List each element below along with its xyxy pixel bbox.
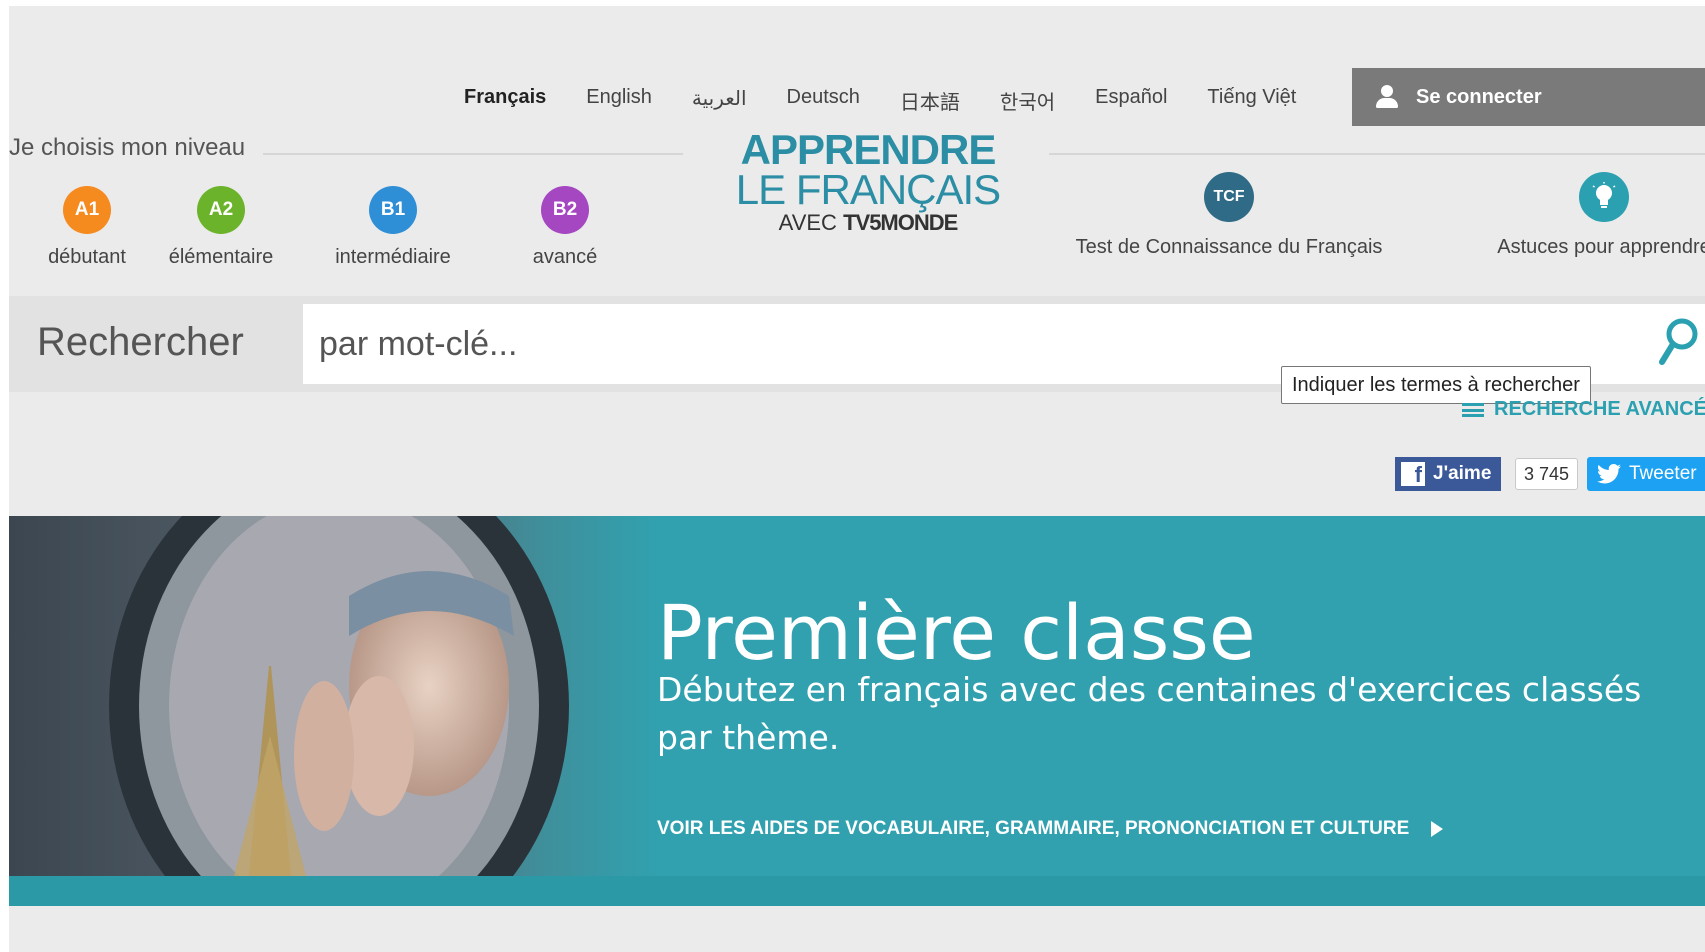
tweet-button[interactable]: Tweeter bbox=[1587, 457, 1705, 491]
login-label: Se connecter bbox=[1416, 85, 1542, 108]
level-a1-badge: A1 bbox=[63, 186, 111, 234]
astuces-label: Astuces pour apprendre bbox=[1497, 236, 1705, 258]
facebook-like-count: 3 745 bbox=[1515, 458, 1579, 490]
level-a2[interactable]: A2 élémentaire bbox=[135, 186, 307, 269]
play-arrow-icon bbox=[1431, 821, 1444, 837]
divider bbox=[263, 153, 683, 155]
hero-image bbox=[9, 516, 659, 876]
astuces-link[interactable]: Astuces pour apprendre bbox=[1474, 172, 1705, 259]
level-b2[interactable]: B2 avancé bbox=[479, 186, 651, 269]
language-bar: Français English العربية Deutsch 日本語 한국어… bbox=[444, 86, 1316, 115]
logo-brand: TV5MONDE bbox=[843, 210, 958, 235]
hero-banner[interactable]: Première classe Débutez en français avec… bbox=[9, 516, 1705, 876]
facebook-like-label: J'aime bbox=[1433, 463, 1492, 484]
site-logo[interactable]: APPRENDRE LE FRANÇAIS AVEC TV5MONDE bbox=[733, 126, 1003, 236]
twitter-icon bbox=[1597, 464, 1621, 484]
level-a2-label: élémentaire bbox=[168, 246, 274, 268]
lang-espanol[interactable]: Español bbox=[1075, 86, 1187, 115]
lightbulb-icon bbox=[1579, 172, 1629, 222]
search-label: Rechercher bbox=[37, 320, 244, 364]
level-a1[interactable]: A1 débutant bbox=[39, 186, 135, 269]
divider bbox=[1049, 153, 1705, 155]
search-icon[interactable] bbox=[1656, 316, 1700, 368]
login-button[interactable]: Se connecter bbox=[1352, 68, 1705, 126]
advanced-search-label: RECHERCHE AVANCÉE bbox=[1494, 398, 1705, 420]
lang-korean[interactable]: 한국어 bbox=[980, 86, 1075, 115]
level-a2-badge: A2 bbox=[197, 186, 245, 234]
tcf-link[interactable]: TCF Test de Connaissance du Français bbox=[1076, 172, 1382, 259]
tcf-badge: TCF bbox=[1204, 172, 1254, 222]
logo-line-2: LE FRANÇAIS bbox=[735, 166, 1001, 213]
level-b2-badge: B2 bbox=[541, 186, 589, 234]
hero-cta-label: VOIR LES AIDES DE VOCABULAIRE, GRAMMAIRE… bbox=[657, 818, 1410, 839]
user-icon bbox=[1374, 84, 1400, 110]
lang-deutsch[interactable]: Deutsch bbox=[767, 86, 880, 115]
lang-japanese[interactable]: 日本語 bbox=[880, 86, 980, 115]
hero-title: Première classe bbox=[657, 588, 1256, 677]
level-list: A1 débutant A2 élémentaire B1 intermédia… bbox=[39, 186, 651, 269]
level-b1[interactable]: B1 intermédiaire bbox=[307, 186, 479, 269]
logo-line-1: APPRENDRE bbox=[740, 126, 997, 173]
lang-francais[interactable]: Français bbox=[444, 86, 566, 115]
tcf-label: Test de Connaissance du Français bbox=[1075, 236, 1383, 258]
hero-subtitle: Débutez en français avec des centaines d… bbox=[657, 670, 1642, 757]
facebook-icon: f bbox=[1401, 462, 1425, 486]
lang-arabic[interactable]: العربية bbox=[672, 86, 767, 115]
advanced-search-link[interactable]: RECHERCHE AVANCÉE bbox=[1462, 398, 1705, 421]
tweet-label: Tweeter bbox=[1629, 463, 1697, 484]
lang-english[interactable]: English bbox=[566, 86, 672, 115]
logo-prefix: AVEC bbox=[778, 210, 837, 235]
level-b1-badge: B1 bbox=[369, 186, 417, 234]
level-b2-label: avancé bbox=[532, 246, 598, 268]
page: Français English العربية Deutsch 日本語 한국어… bbox=[9, 6, 1705, 952]
level-b1-label: intermédiaire bbox=[335, 246, 451, 268]
hero-footer-band bbox=[9, 876, 1705, 906]
logo-line-3: AVEC TV5MONDE bbox=[733, 210, 1003, 236]
facebook-like-button[interactable]: f J'aime bbox=[1395, 457, 1502, 491]
menu-icon bbox=[1462, 402, 1484, 417]
level-a1-label: débutant bbox=[48, 246, 126, 268]
lang-vietnamese[interactable]: Tiếng Việt bbox=[1187, 86, 1316, 115]
hero-cta-link[interactable]: VOIR LES AIDES DE VOCABULAIRE, GRAMMAIRE… bbox=[657, 818, 1444, 840]
level-chooser-title: Je choisis mon niveau bbox=[9, 134, 246, 161]
